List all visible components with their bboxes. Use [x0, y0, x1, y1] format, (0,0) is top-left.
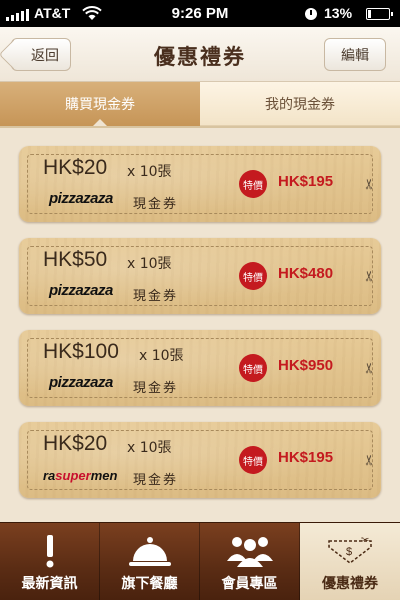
pizzazaza-logo: pizzazaza	[49, 374, 113, 391]
tab-bar-label: 會員專區	[221, 576, 278, 592]
coupon-quantity: x 10張	[127, 440, 172, 456]
tabs-divider	[0, 126, 400, 128]
alarm-clock-icon	[305, 8, 317, 20]
navigation-bar: 返回 優惠禮券 編輯	[0, 27, 400, 82]
scissors-icon: ✂	[362, 178, 379, 190]
coupon-quantity: x 10張	[127, 164, 172, 180]
exclamation-icon	[46, 535, 54, 568]
coupon-cash-label: 現金券	[133, 473, 179, 488]
pizzazaza-logo: pizzazaza	[49, 282, 113, 299]
tab-bar-label: 最新資訊	[21, 576, 78, 592]
members-icon	[227, 537, 273, 567]
coupon-amount: HK$100	[43, 340, 119, 363]
pizzazaza-logo: pizzazaza	[49, 190, 113, 207]
scissors-icon: ✂	[362, 362, 379, 374]
scissors-icon: ✂	[362, 270, 379, 282]
coupon-item[interactable]: HK$100 x 10張 pizzazaza 現金券 特價 HK$950 ✂	[19, 330, 381, 406]
bottom-tab-bar: 最新資訊 旗下餐廳 會員專區 $ ✂ 優惠禮券	[0, 522, 400, 600]
rasupermen-logo: rasupermen	[43, 468, 118, 483]
coupon-quantity: x 10張	[127, 256, 172, 272]
coupon-cash-label: 現金券	[133, 289, 179, 304]
tab-bar-members[interactable]: 會員專區	[200, 523, 300, 600]
coupon-cash-label: 現金券	[133, 197, 179, 212]
special-badge: 特價	[239, 170, 267, 198]
coupon-item[interactable]: HK$20 x 10張 pizzazaza 現金券 特價 HK$195 ✂	[19, 146, 381, 222]
coupon-quantity: x 10張	[139, 348, 184, 364]
tab-my-vouchers[interactable]: 我的現金券	[200, 82, 400, 126]
coupon-price: HK$195	[278, 449, 334, 466]
coupon-cash-label: 現金券	[133, 381, 179, 396]
svg-text:$: $	[346, 546, 352, 558]
tab-bar-label: 旗下餐廳	[121, 576, 178, 592]
coupon-price: HK$950	[278, 357, 334, 374]
tab-bar-coupons[interactable]: $ ✂ 優惠禮券	[300, 523, 400, 600]
special-badge: 特價	[239, 354, 267, 382]
special-badge: 特價	[239, 446, 267, 474]
coupon-amount: HK$50	[43, 248, 108, 271]
scissors-icon: ✂	[362, 454, 379, 466]
coupon-price: HK$195	[278, 173, 334, 190]
cloche-icon	[129, 537, 171, 566]
tab-buy-vouchers[interactable]: 購買現金券	[0, 82, 200, 127]
coupon-price: HK$480	[278, 265, 334, 282]
tab-bar-label: 優惠禮券	[322, 576, 378, 592]
special-badge: 特價	[239, 262, 267, 290]
coupon-item[interactable]: HK$50 x 10張 pizzazaza 現金券 特價 HK$480 ✂	[19, 238, 381, 314]
coupon-amount: HK$20	[43, 432, 108, 455]
battery-icon	[366, 8, 393, 20]
coupon-icon: $ ✂	[328, 535, 372, 564]
tab-bar-news[interactable]: 最新資訊	[0, 523, 100, 600]
tab-bar-restaurants[interactable]: 旗下餐廳	[100, 523, 200, 600]
svg-text:✂: ✂	[361, 535, 369, 546]
battery-percent: 13%	[324, 5, 353, 21]
coupon-item[interactable]: HK$20 x 10張 rasupermen 現金券 特價 HK$195 ✂	[19, 422, 381, 498]
segmented-tabs: 購買現金券 我的現金券	[0, 82, 400, 128]
edit-button[interactable]: 編輯	[324, 38, 386, 71]
status-bar: AT&T 9:26 PM 13%	[0, 0, 400, 27]
coupon-amount: HK$20	[43, 156, 108, 179]
